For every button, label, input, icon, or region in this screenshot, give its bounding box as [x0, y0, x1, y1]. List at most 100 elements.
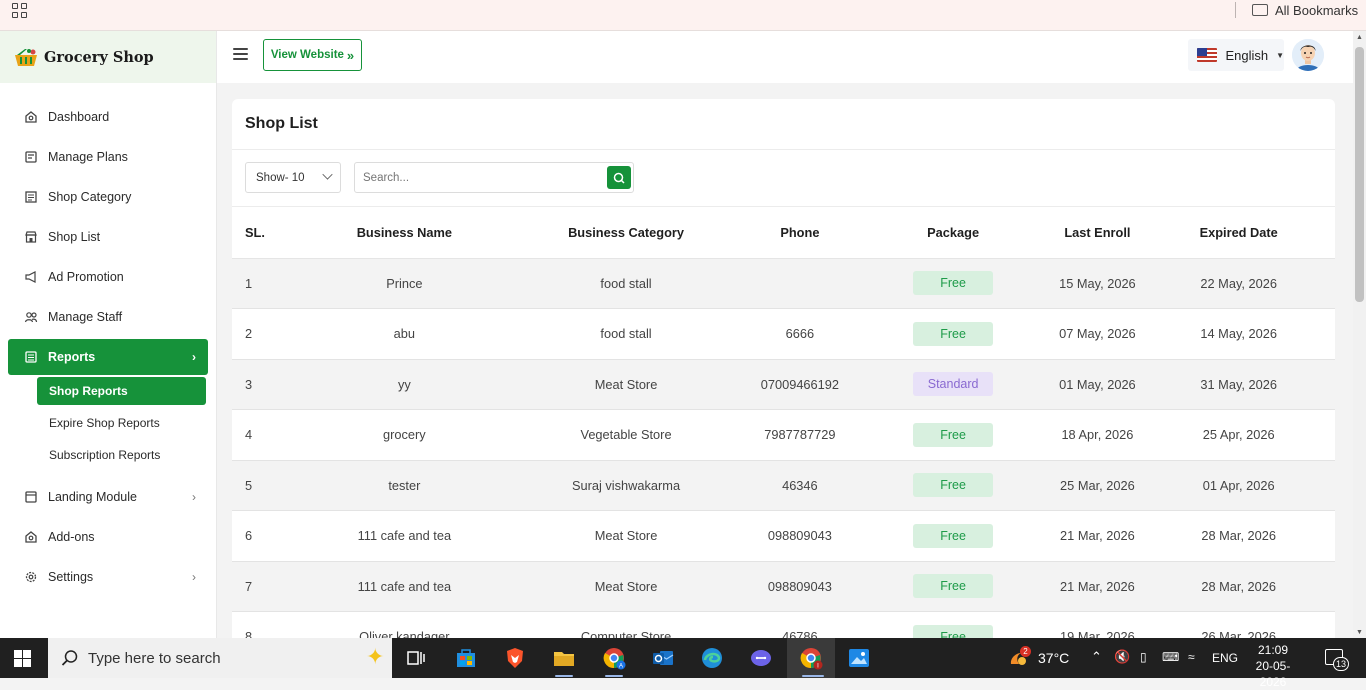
cell-business-category: Meat Store [506, 510, 746, 562]
sidebar-item-ad-promotion[interactable]: Ad Promotion [0, 257, 216, 297]
sidebar-item-reports[interactable]: Reports › [8, 339, 208, 375]
sidebar: Grocery Shop Dashboard Manage Plans Shop… [0, 31, 217, 638]
microsoft-store-icon[interactable] [454, 646, 478, 670]
cell-last-enroll: 07 May, 2026 [1052, 308, 1143, 360]
temperature-label[interactable]: 37°C [1038, 650, 1069, 666]
us-flag-icon [1197, 48, 1218, 62]
device-icon[interactable]: ▯ [1140, 650, 1147, 664]
cell-sl: 7 [232, 561, 303, 612]
language-selector[interactable]: English ▼ [1188, 39, 1284, 71]
apps-grid-icon[interactable] [12, 3, 28, 19]
sidebar-nav: Dashboard Manage Plans Shop Category Sho… [0, 83, 216, 375]
svg-text:A: A [619, 664, 623, 670]
col-header-business-category: Business Category [506, 207, 746, 259]
sidebar-item-dashboard[interactable]: Dashboard [0, 97, 216, 137]
cell-sl: 1 [232, 258, 303, 309]
search-input[interactable] [355, 163, 595, 192]
cell-business-category: Meat Store [506, 359, 746, 410]
table-row: 1 Prince food stall Free 15 May, 2026 22 May,… [232, 258, 1335, 309]
cell-sl: 5 [232, 460, 303, 511]
cell-business-category: Suraj vishwakarma [506, 460, 746, 511]
sidebar-item-label: Settings [48, 570, 94, 584]
cell-sl: 4 [232, 409, 303, 461]
app-running-indicator [555, 675, 573, 677]
package-badge: Standard [913, 372, 994, 397]
scroll-down-arrow-icon[interactable]: ▼ [1356, 629, 1363, 636]
folder-icon [1252, 4, 1268, 16]
scroll-up-arrow-icon[interactable]: ▲ [1356, 34, 1363, 41]
subnav-item-subscription-reports[interactable]: Subscription Reports [0, 439, 216, 471]
volume-muted-icon[interactable]: 🔇 [1114, 649, 1130, 665]
bookmarks-bar: All Bookmarks [0, 0, 1366, 31]
scroll-thumb[interactable] [1355, 47, 1364, 302]
page-scrollbar[interactable]: ▲ ▼ [1353, 31, 1366, 638]
chevron-up-icon[interactable]: ⌃ [1091, 649, 1102, 665]
gear-icon [24, 570, 38, 584]
chat-app-icon[interactable] [749, 646, 773, 670]
cell-business-name: 111 cafe and tea [302, 510, 507, 562]
chrome-profile-i-icon[interactable]: I [799, 646, 823, 670]
show-entries-select[interactable]: Show- 10 [245, 162, 341, 193]
sidebar-item-settings[interactable]: Settings › [0, 557, 216, 597]
cell-business-name: Prince [302, 258, 507, 309]
cell-sl: 3 [232, 359, 303, 410]
all-bookmarks-link[interactable]: All Bookmarks [1252, 2, 1358, 18]
cell-sl: 2 [232, 308, 303, 360]
user-avatar[interactable] [1292, 39, 1324, 71]
col-header-last-enroll: Last Enroll [1052, 207, 1143, 259]
cell-business-name: 111 cafe and tea [302, 561, 507, 612]
subnav-item-shop-reports[interactable]: Shop Reports [37, 377, 206, 405]
chrome-profile-a-icon[interactable]: A [602, 646, 626, 670]
reports-subnav: Shop Reports Expire Shop Reports Subscri… [0, 377, 216, 471]
package-badge: Free [913, 473, 994, 498]
cell-last-enroll: 15 May, 2026 [1052, 258, 1143, 309]
outlook-icon[interactable] [651, 646, 675, 670]
wifi-icon[interactable]: ≈ [1188, 650, 1195, 664]
taskbar-search[interactable]: Type here to search ✦ [48, 638, 392, 678]
subnav-item-expire-shop-reports[interactable]: Expire Shop Reports [0, 407, 216, 439]
chevron-down-icon [322, 169, 333, 180]
col-header-sl: SL. [232, 207, 303, 259]
brand-name: Grocery Shop [44, 48, 154, 66]
keyboard-icon[interactable]: ⌨ [1162, 650, 1179, 664]
cell-phone [745, 258, 854, 309]
cell-phone: 098809043 [745, 561, 854, 612]
chevron-right-icon: › [192, 490, 196, 504]
package-badge: Free [913, 271, 994, 296]
sidebar-item-add-ons[interactable]: Add-ons [0, 517, 216, 557]
sidebar-item-shop-list[interactable]: Shop List [0, 217, 216, 257]
search-button[interactable] [607, 166, 631, 189]
cell-expired-date: 28 Mar, 2026 [1142, 561, 1335, 612]
edge-browser-icon[interactable] [700, 646, 724, 670]
table-row: 6 111 cafe and tea Meat Store 098809043 Free… [232, 510, 1335, 562]
input-language-label[interactable]: ENG [1212, 651, 1238, 665]
photos-app-icon[interactable] [847, 646, 871, 670]
sidebar-item-label: Ad Promotion [48, 270, 124, 284]
brave-browser-icon[interactable] [503, 646, 527, 670]
file-explorer-icon[interactable] [552, 646, 576, 670]
table-row: 7 111 cafe and tea Meat Store 098809043 Free… [232, 561, 1335, 612]
sidebar-item-manage-plans[interactable]: Manage Plans [0, 137, 216, 177]
package-badge: Free [913, 574, 994, 599]
cell-business-name: grocery [302, 409, 507, 461]
menu-toggle-icon[interactable] [233, 48, 248, 60]
cell-business-name: yy [302, 359, 507, 410]
cell-phone: 098809043 [745, 510, 854, 562]
task-view-icon[interactable] [404, 646, 428, 670]
search-icon [61, 650, 78, 666]
package-badge: Free [913, 523, 994, 548]
view-website-button[interactable]: View Website » [263, 39, 362, 71]
sidebar-item-landing-module[interactable]: Landing Module › [0, 477, 216, 517]
windows-start-icon[interactable] [14, 650, 31, 667]
dashboard-icon [24, 110, 38, 124]
cell-expired-date: 31 May, 2026 [1142, 359, 1335, 410]
table-row: 4 grocery Vegetable Store 7987787729 Free 18 … [232, 409, 1335, 461]
cell-business-name: abu [302, 308, 507, 360]
sidebar-item-label: Shop Category [48, 190, 132, 204]
addons-icon [24, 530, 38, 544]
cell-package: Free [853, 460, 1053, 511]
taskbar-clock[interactable]: 21:09 20-05-2026 [1247, 642, 1299, 690]
sidebar-item-manage-staff[interactable]: Manage Staff [0, 297, 216, 337]
brand[interactable]: Grocery Shop [0, 31, 216, 83]
sidebar-item-shop-category[interactable]: Shop Category [0, 177, 216, 217]
